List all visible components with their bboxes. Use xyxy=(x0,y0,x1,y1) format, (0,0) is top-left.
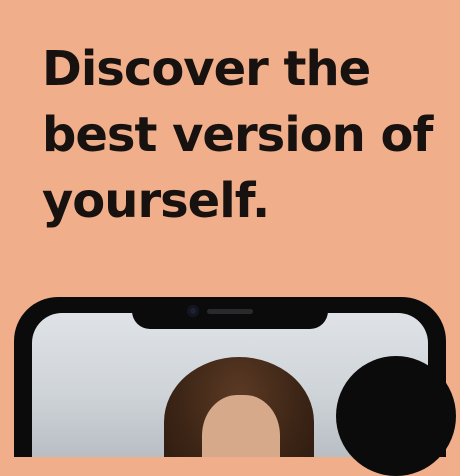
hero-headline-line-2: best version of xyxy=(42,107,433,163)
hero-headline-line-1: Discover the xyxy=(42,41,371,97)
circle-action-button[interactable] xyxy=(336,356,456,476)
speaker-icon xyxy=(207,309,253,314)
phone-notch xyxy=(132,297,328,329)
camera-icon xyxy=(187,305,199,317)
hero-headline-line-3: yourself. xyxy=(42,173,270,229)
hero-headline: Discover the best version of yourself. xyxy=(42,36,442,234)
